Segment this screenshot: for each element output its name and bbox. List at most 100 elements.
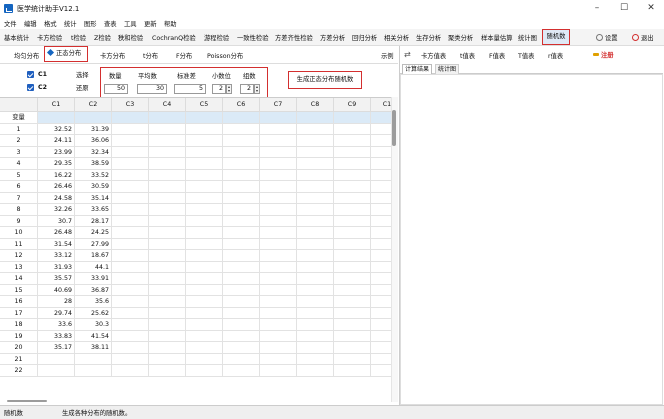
data-cell[interactable] — [334, 135, 371, 147]
data-cell[interactable]: 32.52 — [38, 123, 75, 135]
data-cell[interactable] — [149, 192, 186, 204]
data-cell[interactable] — [223, 296, 260, 308]
menu-help[interactable]: 帮助 — [164, 19, 177, 28]
vertical-scroll-thumb[interactable] — [392, 110, 396, 146]
data-cell[interactable] — [186, 238, 223, 250]
module-tab-runs-test[interactable]: 游程检验 — [204, 33, 229, 42]
data-cell[interactable] — [112, 353, 149, 365]
data-cell[interactable] — [260, 330, 297, 342]
data-cell[interactable] — [297, 273, 334, 285]
tab-t-dist[interactable]: t分布 — [143, 51, 158, 60]
module-tab-rank-sum[interactable]: 秩和检验 — [118, 33, 143, 42]
data-cell[interactable] — [112, 181, 149, 193]
table-r-value[interactable]: r值表 — [548, 51, 563, 60]
data-cell[interactable] — [334, 158, 371, 170]
data-cell[interactable] — [186, 319, 223, 331]
data-cell[interactable] — [149, 250, 186, 262]
data-cell[interactable]: 40.69 — [38, 284, 75, 296]
data-cell[interactable]: 24.25 — [75, 227, 112, 239]
data-cell[interactable]: 38.59 — [75, 158, 112, 170]
module-tab-chi-square[interactable]: 卡方检验 — [37, 33, 62, 42]
data-cell[interactable] — [223, 181, 260, 193]
data-cell[interactable] — [334, 204, 371, 216]
data-cell[interactable] — [260, 250, 297, 262]
module-tab-t-test[interactable]: t检验 — [71, 33, 86, 42]
module-tab-cluster[interactable]: 聚类分析 — [448, 33, 473, 42]
data-cell[interactable] — [371, 285, 391, 296]
column-header[interactable]: C5 — [186, 98, 223, 112]
menu-stats[interactable]: 统计 — [64, 19, 77, 28]
data-cell[interactable] — [75, 353, 112, 365]
variable-cell[interactable] — [186, 112, 223, 124]
data-cell[interactable] — [186, 330, 223, 342]
data-cell[interactable] — [260, 296, 297, 308]
data-cell[interactable] — [260, 238, 297, 250]
data-cell[interactable] — [260, 204, 297, 216]
data-cell[interactable] — [186, 146, 223, 158]
data-cell[interactable] — [371, 239, 391, 250]
variable-cell[interactable] — [112, 112, 149, 124]
data-cell[interactable] — [223, 307, 260, 319]
data-cell[interactable] — [223, 365, 260, 377]
data-cell[interactable] — [260, 192, 297, 204]
data-cell[interactable] — [186, 261, 223, 273]
register-button[interactable]: 注册 — [593, 50, 614, 59]
data-cell[interactable] — [186, 169, 223, 181]
data-cell[interactable] — [223, 330, 260, 342]
mean-input[interactable]: 30 — [137, 84, 167, 94]
variable-cell[interactable] — [371, 112, 391, 124]
data-cell[interactable] — [223, 169, 260, 181]
minimize-button[interactable]: – — [584, 0, 610, 17]
data-cell[interactable]: 18.67 — [75, 250, 112, 262]
data-cell[interactable] — [371, 170, 391, 181]
data-cell[interactable] — [297, 353, 334, 365]
data-cell[interactable]: 35.6 — [75, 296, 112, 308]
data-cell[interactable] — [38, 353, 75, 365]
data-cell[interactable] — [223, 227, 260, 239]
module-tab-regression[interactable]: 回归分析 — [352, 33, 377, 42]
data-cell[interactable] — [297, 215, 334, 227]
data-cell[interactable] — [149, 227, 186, 239]
data-cell[interactable] — [149, 319, 186, 331]
menu-update[interactable]: 更新 — [144, 19, 157, 28]
data-cell[interactable] — [112, 250, 149, 262]
data-cell[interactable] — [371, 135, 391, 147]
module-tab-stat-chart[interactable]: 统计图 — [518, 33, 537, 42]
data-cell[interactable] — [149, 123, 186, 135]
data-cell[interactable] — [260, 319, 297, 331]
data-cell[interactable] — [149, 158, 186, 170]
data-cell[interactable] — [371, 216, 391, 227]
data-cell[interactable] — [149, 330, 186, 342]
data-cell[interactable] — [371, 342, 391, 354]
decimals-stepper[interactable] — [226, 84, 232, 94]
example-link[interactable]: 示例 — [381, 51, 394, 60]
tab-chi-square-dist[interactable]: 卡方分布 — [100, 51, 125, 60]
data-cell[interactable]: 29.35 — [38, 158, 75, 170]
data-cell[interactable] — [371, 204, 391, 216]
menu-tools[interactable]: 工具 — [124, 19, 137, 28]
data-cell[interactable] — [334, 250, 371, 262]
data-cell[interactable]: 33.12 — [38, 250, 75, 262]
module-tab-correlation[interactable]: 相关分析 — [384, 33, 409, 42]
data-cell[interactable] — [186, 123, 223, 135]
data-cell[interactable] — [334, 192, 371, 204]
tab-uniform[interactable]: 均匀分布 — [14, 51, 39, 60]
data-cell[interactable] — [149, 284, 186, 296]
data-cell[interactable] — [297, 204, 334, 216]
groups-input[interactable]: 2 — [240, 84, 254, 94]
exit-button[interactable]: 退出 — [632, 33, 654, 42]
table-T-value[interactable]: T值表 — [518, 51, 534, 60]
column-header[interactable]: C1 — [38, 98, 75, 112]
variable-cell[interactable] — [149, 112, 186, 124]
data-cell[interactable] — [260, 169, 297, 181]
data-cell[interactable]: 29.74 — [38, 307, 75, 319]
module-tab-z-test[interactable]: Z检验 — [94, 33, 111, 42]
count-input[interactable]: 50 — [104, 84, 128, 94]
column-header[interactable]: C6 — [223, 98, 260, 112]
data-cell[interactable] — [112, 273, 149, 285]
data-cell[interactable] — [297, 307, 334, 319]
data-cell[interactable]: 24.58 — [38, 192, 75, 204]
data-cell[interactable] — [371, 227, 391, 239]
menu-graph[interactable]: 图形 — [84, 19, 97, 28]
data-cell[interactable] — [334, 227, 371, 239]
